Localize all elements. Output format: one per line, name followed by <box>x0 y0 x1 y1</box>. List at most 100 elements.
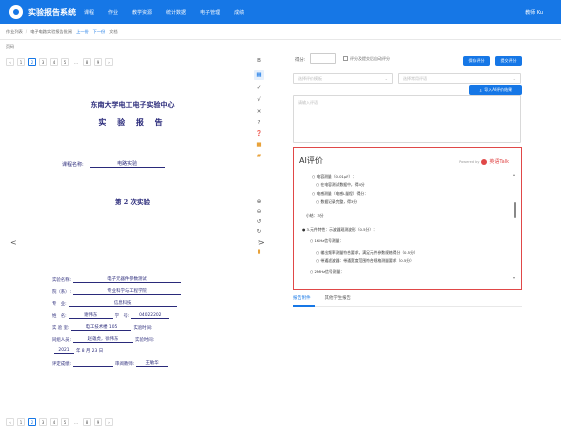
doc-info-value: 信息科技 <box>68 300 177 307</box>
import-ai-result-button[interactable]: ⇩ 导入AI评价结果 <box>469 85 522 95</box>
pager-next-button[interactable]: › <box>105 58 113 66</box>
doc-info-row: 院（系）: 专业科学与工程学院 <box>52 288 183 295</box>
nav-item-grades[interactable]: 成绩 <box>234 9 244 16</box>
question-icon[interactable]: ? <box>254 118 264 128</box>
doc-info-label: 同组人员: <box>52 338 72 343</box>
pager-page[interactable]: 5 <box>61 418 69 426</box>
pager-page[interactable]: 1 <box>17 58 25 66</box>
pager-page[interactable]: 8 <box>83 418 91 426</box>
nav-item-courses[interactable]: 课程 <box>84 9 94 16</box>
chevron-down-icon: ⌄ <box>384 76 388 81</box>
doc-info-value <box>73 366 114 367</box>
doc-info-label: 院（系）: <box>52 290 72 295</box>
scroll-down-icon[interactable]: ▾ <box>513 275 515 280</box>
pager-page-active[interactable]: 2 <box>28 58 36 66</box>
import-ai-result-label: 导入AI评价结果 <box>484 87 513 92</box>
doc-info-label: 实验时间: <box>135 338 155 343</box>
ai-line: ○ 1KHz信号测量： <box>310 238 344 243</box>
doc-report-title: 实 验 报 告 <box>98 117 167 127</box>
grid-icon[interactable]: ▦ <box>254 70 264 80</box>
doc-view-button[interactable]: 文档 <box>109 29 117 35</box>
active-tab-indicator <box>293 305 315 307</box>
doc-date-year: 2021 <box>54 348 74 354</box>
app-logo-icon <box>9 5 23 19</box>
doc-course-label: 课程名称: <box>62 162 84 168</box>
prev-report-button[interactable]: 上一份 <box>76 29 89 35</box>
pager-prev-button[interactable]: ‹ <box>6 58 14 66</box>
bold-icon[interactable]: B <box>254 56 264 66</box>
app-title[interactable]: 实验报告系统 <box>28 7 76 18</box>
pager-page[interactable]: 3 <box>39 58 47 66</box>
download-icon: ⇩ <box>478 87 483 93</box>
chevron-down-icon: ⌄ <box>512 76 516 81</box>
nav-item-resources[interactable]: 教学资源 <box>132 9 152 16</box>
cross-icon[interactable]: ✕ <box>254 107 264 117</box>
pager-page[interactable]: 9 <box>94 418 102 426</box>
tab-report-attachments[interactable]: 报告附件 <box>293 295 311 301</box>
doc-info-label: 实 验 室: <box>52 326 70 331</box>
help-circle-icon[interactable]: ❓ <box>254 129 264 139</box>
stamp-icon[interactable]: ■ <box>254 140 264 150</box>
pager-page[interactable]: 3 <box>39 418 47 426</box>
doc-info-row: 评定成绩: 审阅教师: 王敏华 <box>52 360 170 367</box>
ai-evaluation-content[interactable]: ○ 电容测量（0.01μF）： ○ 在电容测试数据中，得4分 ○ 电感测量（电感… <box>300 172 508 284</box>
doc-info-label: 学 号: <box>114 314 130 319</box>
doc-info-label: 审阅教师: <box>115 362 135 367</box>
ai-line: 小结：3分 <box>306 213 324 218</box>
nav-item-management[interactable]: 电子管理 <box>200 9 220 16</box>
score-label: 得分: <box>295 58 306 63</box>
doc-info-row: 姓 名: 谢伟东 学 号: 04022202 <box>52 312 171 319</box>
pager-page[interactable]: 9 <box>94 58 102 66</box>
next-report-button[interactable]: 下一份 <box>93 29 106 35</box>
rotate-right-icon[interactable]: ↻ <box>254 227 264 237</box>
zoom-in-icon[interactable]: ⊕ <box>254 197 264 207</box>
auto-score-checkbox[interactable] <box>343 56 348 61</box>
pager-next-button[interactable]: › <box>105 418 113 426</box>
scroll-up-icon[interactable]: ▴ <box>513 172 515 177</box>
folder-icon[interactable]: ▰ <box>254 151 264 161</box>
ai-line: ○ 带通滤波器：带通宽度范围符合规格测量要求（0.5分） <box>316 258 414 263</box>
ai-line: ○ 数据记录完整，得3分 <box>316 199 358 204</box>
nav-item-homework[interactable]: 作业 <box>108 9 118 16</box>
bottom-tabs: 报告附件 其他学生报告 <box>293 295 365 301</box>
save-score-button[interactable]: 保存评分 <box>463 56 490 66</box>
doc-info-row: 实 验 室: 电工技术楼 105 实验时间: <box>52 324 153 331</box>
nav-item-statistics[interactable]: 统计数据 <box>166 9 186 16</box>
pager-page[interactable]: 1 <box>17 418 25 426</box>
tabs-divider <box>293 306 522 307</box>
breadcrumb-item[interactable]: 作业列表 <box>6 29 23 35</box>
pager-page-active[interactable]: 2 <box>28 418 36 426</box>
check-icon[interactable]: ✓ <box>254 83 264 93</box>
powered-by-name: 英语Talk <box>489 159 509 165</box>
breadcrumb-item[interactable]: 电子电路实验报告批阅 <box>30 29 72 35</box>
pager-bottom: ‹ 1 2 3 4 5 … 8 9 › <box>6 418 116 426</box>
scrollbar-thumb[interactable] <box>514 202 516 218</box>
comment-select[interactable]: 选择常用评语 ⌄ <box>398 73 521 84</box>
ai-evaluation-panel: AI评价 Powered by 英语Talk ○ 电容测量（0.01μF）： ○… <box>293 147 522 290</box>
chevron-right-icon[interactable]: › <box>254 237 264 247</box>
doc-info-value: 谢伟东 <box>68 312 113 319</box>
tick-icon[interactable]: √ <box>254 95 264 105</box>
comment-textarea[interactable]: 请输入评语 <box>293 95 521 143</box>
score-input[interactable] <box>310 53 336 64</box>
pager-prev-button[interactable]: ‹ <box>6 418 14 426</box>
tab-other-reports[interactable]: 其他学生报告 <box>325 295 351 301</box>
bookmark-icon[interactable]: ▮ <box>254 247 264 257</box>
template-select[interactable]: 选择评价模板 ⌄ <box>293 73 393 84</box>
rotate-left-icon[interactable]: ↺ <box>254 217 264 227</box>
breadcrumb-bar: 作业列表 / 电子电路实验报告批阅 上一份 下一份 文档 <box>0 24 561 40</box>
pager-page[interactable]: 8 <box>83 58 91 66</box>
ai-line: ● 3.元件特性：示波器观测波形（0.5分）： <box>302 227 377 232</box>
doc-info-label: 姓 名: <box>52 314 67 319</box>
zoom-out-icon[interactable]: ⊖ <box>254 207 264 217</box>
pager-page[interactable]: 4 <box>50 58 58 66</box>
submit-score-button[interactable]: 提交评分 <box>495 56 522 66</box>
prev-page-arrow-icon[interactable]: < <box>10 238 17 247</box>
user-menu[interactable]: 教师 Ku <box>525 9 543 16</box>
ai-line: ○ 电感测量（电感L量程）得分： <box>312 191 368 196</box>
powered-by-label: Powered by <box>459 159 480 164</box>
ai-panel-scrollbar[interactable]: ▴ ▾ <box>513 172 517 280</box>
pager-page[interactable]: 5 <box>61 58 69 66</box>
ai-line: ○ 在电容测试数据中，得4分 <box>316 182 365 187</box>
pager-page[interactable]: 4 <box>50 418 58 426</box>
